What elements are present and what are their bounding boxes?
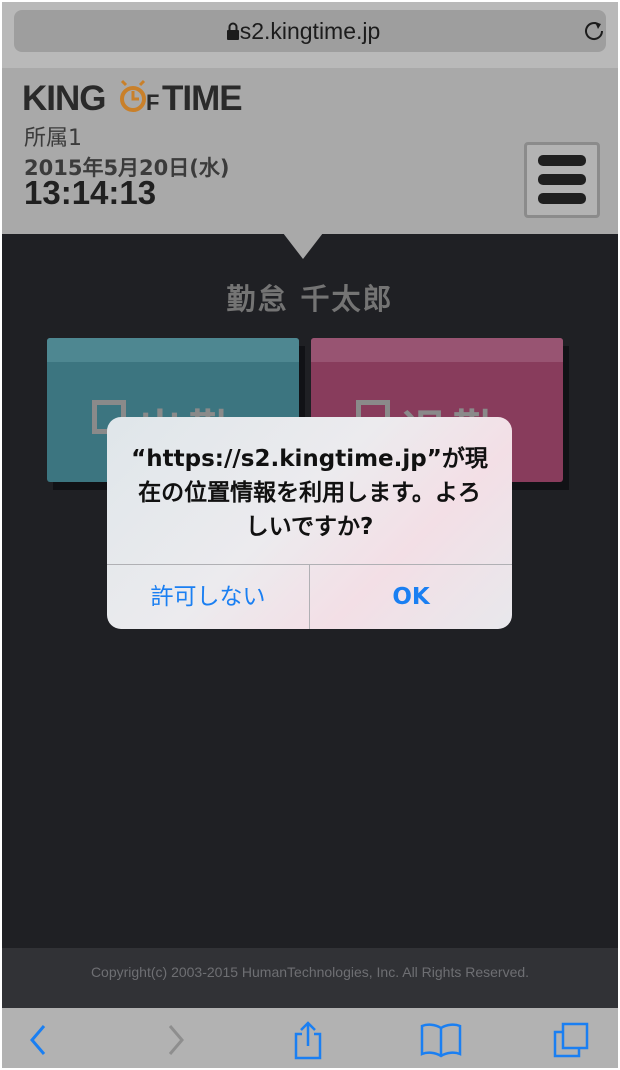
svg-text:KING: KING	[22, 79, 106, 115]
address-bar[interactable]: s2.kingtime.jp	[14, 10, 606, 52]
employee-name: 勤怠 千太郎	[226, 282, 394, 316]
king-of-time-logo[interactable]: KING F TIME	[22, 79, 267, 115]
button-cap	[47, 338, 299, 362]
browser-top-bar: s2.kingtime.jp	[2, 2, 618, 68]
share-icon[interactable]	[292, 1020, 324, 1060]
menu-button[interactable]	[524, 142, 600, 218]
phone-screen: s2.kingtime.jp KING F TIME 所属1 2015年5月20…	[2, 2, 618, 1068]
deny-button[interactable]: 許可しない	[107, 565, 310, 629]
url-text: s2.kingtime.jp	[239, 18, 381, 44]
ok-button[interactable]: OK	[310, 565, 512, 629]
alert-message: “https://s2.kingtime.jp”が現在の位置情報を利用します。よ…	[131, 446, 488, 540]
svg-text:TIME: TIME	[162, 79, 242, 115]
button-cap	[311, 338, 563, 362]
hamburger-bar	[538, 174, 586, 185]
alert-actions: 許可しない OK	[107, 564, 512, 629]
browser-toolbar	[2, 1008, 618, 1068]
header-pointer	[283, 233, 323, 259]
bookmarks-icon[interactable]	[420, 1022, 462, 1058]
back-icon[interactable]	[28, 1022, 48, 1058]
affiliation-label: 所属1	[24, 126, 82, 151]
forward-icon[interactable]	[166, 1022, 186, 1058]
tabs-icon[interactable]	[552, 1022, 590, 1058]
site-header: KING F TIME 所属1 2015年5月20日(水) 13:14:13	[2, 68, 618, 234]
location-permission-alert: “https://s2.kingtime.jp”が現在の位置情報を利用します。よ…	[107, 417, 512, 629]
current-time: 13:14:13	[24, 174, 157, 211]
site-footer: Copyright(c) 2003-2015 HumanTechnologies…	[2, 948, 618, 1008]
hamburger-bar	[538, 193, 586, 204]
reload-icon[interactable]	[582, 19, 606, 43]
copyright-text: Copyright(c) 2003-2015 HumanTechnologies…	[90, 964, 530, 980]
svg-text:F: F	[146, 90, 159, 115]
hamburger-menu-icon	[538, 155, 586, 166]
